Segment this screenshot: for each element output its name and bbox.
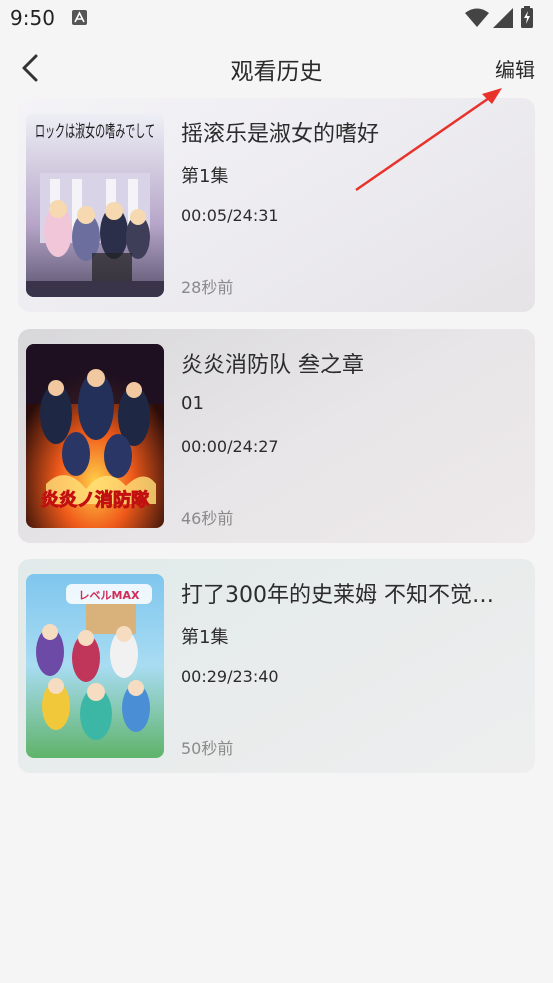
history-item-progress: 00:29/23:40	[181, 667, 279, 686]
history-item[interactable]: 炎炎ノ消防隊 炎炎消防队 叁之章 01 00:00/24:27 46秒前	[18, 329, 535, 543]
battery-icon	[521, 6, 533, 28]
app-bar: 观看历史 编辑	[0, 38, 553, 100]
edit-button[interactable]: 编辑	[495, 54, 535, 83]
history-item[interactable]: レベルMAX 打了300年的史莱姆 不知不觉… 第1集 00:29/23:40 …	[18, 559, 535, 773]
system-icons	[465, 6, 545, 30]
status-bar: 9:50	[0, 0, 553, 38]
history-item-episode: 第1集	[181, 166, 229, 187]
history-item-episode: 第1集	[181, 627, 229, 648]
history-item[interactable]: ロックは淑女の嗜みでして 摇滚乐是淑女的嗜好 第1集 00:05/24:31 2…	[18, 98, 535, 312]
history-item-watched-ago: 50秒前	[181, 739, 234, 758]
history-item-progress: 00:00/24:27	[181, 437, 279, 456]
status-time: 9:50	[10, 6, 55, 30]
poster-title-text: レベルMAX	[79, 589, 140, 602]
poster-thumbnail[interactable]: 炎炎ノ消防隊	[26, 344, 164, 528]
poster-title-text: 炎炎ノ消防隊	[41, 489, 150, 511]
app-notification-icon	[72, 10, 87, 25]
poster-thumbnail[interactable]: レベルMAX	[26, 574, 164, 758]
history-item-title: 打了300年的史莱姆 不知不觉…	[181, 583, 494, 608]
history-item-title: 摇滚乐是淑女的嗜好	[181, 122, 380, 147]
poster-thumbnail[interactable]: ロックは淑女の嗜みでして	[26, 113, 164, 297]
history-item-progress: 00:05/24:31	[181, 206, 279, 225]
history-item-title: 炎炎消防队 叁之章	[181, 353, 364, 378]
signal-icon	[493, 8, 513, 28]
history-item-watched-ago: 46秒前	[181, 509, 234, 528]
wifi-icon	[465, 8, 489, 27]
history-item-episode: 01	[181, 393, 204, 414]
poster-title-text: ロックは淑女の嗜みでして	[35, 122, 155, 142]
history-item-watched-ago: 28秒前	[181, 278, 234, 297]
page-title: 观看历史	[230, 59, 323, 85]
